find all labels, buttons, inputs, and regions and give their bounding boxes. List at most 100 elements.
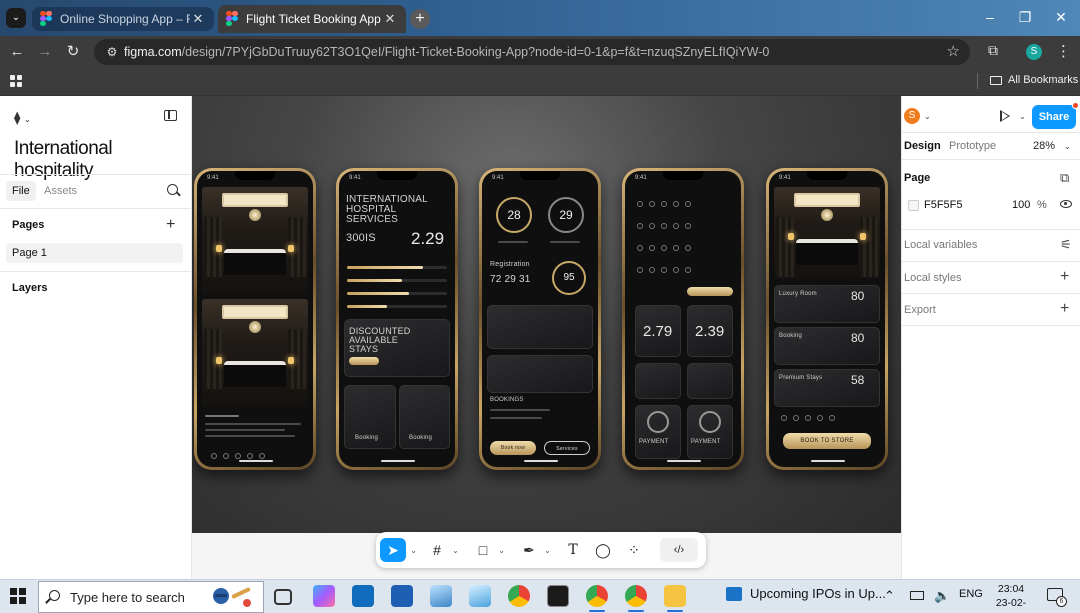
browser-tab-strip: ⌄ Online Shopping App – Figma ✕ Flight T… bbox=[0, 0, 1080, 36]
chrome-profile-icon[interactable] bbox=[586, 585, 608, 612]
copilot-icon[interactable] bbox=[313, 585, 335, 607]
page-color-value[interactable]: F5F5F5 bbox=[924, 199, 963, 211]
all-bookmarks-label: All Bookmarks bbox=[1008, 74, 1079, 86]
apps-grid-icon[interactable] bbox=[10, 75, 22, 87]
local-variables-label[interactable]: Local variables bbox=[904, 239, 977, 251]
figma-icon bbox=[226, 11, 238, 27]
tab-file[interactable]: File bbox=[6, 181, 36, 201]
task-view-icon[interactable] bbox=[274, 589, 292, 605]
tab-assets[interactable]: Assets bbox=[38, 181, 83, 201]
address-bar[interactable]: ⚙ figma.com/design/7PYjGbDuTruuy62T3O1Qe… bbox=[94, 39, 970, 65]
page-item[interactable]: Page 1 bbox=[6, 243, 183, 263]
frame-tool-icon[interactable]: # bbox=[426, 538, 448, 562]
app-icon[interactable] bbox=[469, 585, 491, 607]
store-icon[interactable] bbox=[391, 585, 413, 607]
user-avatar[interactable]: S bbox=[904, 108, 920, 124]
actions-tool-icon[interactable]: ⁘ bbox=[622, 538, 646, 562]
close-icon[interactable]: ✕ bbox=[190, 11, 206, 27]
profile-avatar[interactable]: S bbox=[1026, 44, 1042, 60]
windows-start-icon[interactable] bbox=[10, 588, 26, 604]
divider bbox=[902, 132, 1080, 133]
forward-arrow-icon[interactable]: → bbox=[35, 42, 55, 62]
minimize-icon[interactable]: – bbox=[980, 9, 1000, 25]
chevron-down-icon[interactable]: ⌄ bbox=[924, 112, 931, 121]
url-text[interactable]: figma.com/design/7PYjGbDuTruuy62T3O1QeI/… bbox=[124, 45, 769, 59]
add-export-icon[interactable]: + bbox=[1060, 300, 1069, 318]
divider bbox=[0, 271, 192, 272]
page-style-icon[interactable]: ⧉ bbox=[1060, 170, 1069, 186]
bookmark-star-icon[interactable]: ☆ bbox=[947, 42, 960, 60]
page-opacity-value[interactable]: 100 bbox=[1012, 199, 1030, 211]
figma-main-menu[interactable]: ⧫ ⌄ bbox=[14, 110, 31, 126]
listing-value: 80 bbox=[851, 331, 865, 345]
tab-prototype[interactable]: Prototype bbox=[949, 140, 996, 152]
outlook-icon[interactable] bbox=[352, 585, 374, 607]
figma-canvas[interactable]: 9:41 9:41 INTERNATIONAL HOSPITAL SERVICE… bbox=[192, 96, 901, 579]
chevron-down-icon[interactable]: ⌄ bbox=[540, 538, 552, 562]
local-styles-label[interactable]: Local styles bbox=[904, 272, 961, 284]
chrome-icon[interactable] bbox=[508, 585, 530, 607]
tab-flight-ticket[interactable]: Flight Ticket Booking App – Fig ✕ bbox=[218, 5, 406, 33]
zoom-level[interactable]: 28% bbox=[1033, 140, 1055, 152]
chevron-down-icon[interactable]: ⌄ bbox=[448, 538, 460, 562]
browser-menu-icon[interactable]: ⋮ bbox=[1056, 42, 1071, 60]
back-arrow-icon[interactable]: ← bbox=[7, 42, 27, 62]
app-icon[interactable] bbox=[430, 585, 452, 607]
listing-title: Premium Stays bbox=[779, 375, 823, 381]
pen-tool-icon[interactable]: ✒ bbox=[518, 538, 540, 562]
eye-icon[interactable] bbox=[1060, 200, 1072, 208]
chevron-up-icon[interactable]: ⌃ bbox=[884, 588, 895, 604]
export-label[interactable]: Export bbox=[904, 304, 936, 316]
info-card bbox=[487, 305, 593, 349]
page-color-swatch[interactable] bbox=[908, 200, 919, 211]
tab-online-shopping[interactable]: Online Shopping App – Figma ✕ bbox=[32, 7, 214, 31]
present-play-icon[interactable] bbox=[1000, 110, 1010, 122]
new-tab-button[interactable]: + bbox=[410, 9, 430, 29]
hospitality-mockup-image[interactable]: 9:41 9:41 INTERNATIONAL HOSPITAL SERVICE… bbox=[192, 96, 901, 533]
file-title[interactable]: International hospitality bbox=[14, 138, 191, 182]
volume-icon[interactable]: 🔈 bbox=[934, 588, 950, 604]
add-style-icon[interactable]: + bbox=[1060, 268, 1069, 286]
window-close-icon[interactable]: ✕ bbox=[1051, 9, 1071, 26]
move-tool-icon[interactable]: ➤ bbox=[380, 538, 406, 562]
share-button[interactable]: Share bbox=[1032, 105, 1076, 129]
language-indicator[interactable]: ENG bbox=[959, 588, 983, 600]
divider bbox=[902, 261, 1080, 262]
variables-icon[interactable]: ⚟ bbox=[1060, 237, 1072, 253]
chevron-down-icon[interactable]: ⌄ bbox=[1064, 142, 1071, 151]
toggle-sidebar-icon[interactable] bbox=[164, 110, 177, 121]
reload-icon[interactable]: ↻ bbox=[63, 42, 83, 62]
site-settings-icon[interactable]: ⚙ bbox=[104, 44, 120, 60]
search-icon[interactable] bbox=[167, 184, 178, 195]
file-explorer-icon[interactable] bbox=[664, 585, 686, 612]
extensions-icon[interactable]: ⧉ bbox=[984, 42, 1002, 60]
all-bookmarks-button[interactable]: All Bookmarks bbox=[990, 74, 1078, 86]
layers-heading: Layers bbox=[12, 282, 48, 294]
dev-mode-toggle[interactable]: ‹/› bbox=[660, 538, 698, 562]
listing-value: 58 bbox=[851, 373, 865, 387]
close-icon[interactable]: ✕ bbox=[382, 11, 398, 27]
add-page-icon[interactable]: + bbox=[166, 217, 175, 233]
news-widget[interactable]: Upcoming IPOs in Up... bbox=[726, 586, 886, 601]
percent-unit: % bbox=[1037, 199, 1047, 211]
tab-design[interactable]: Design bbox=[904, 140, 941, 152]
rectangle-tool-icon[interactable]: □ bbox=[472, 538, 494, 562]
comment-tool-icon[interactable]: ◯ bbox=[592, 538, 614, 562]
text-tool-icon[interactable]: T bbox=[562, 538, 584, 562]
chevron-down-icon[interactable]: ⌄ bbox=[406, 538, 418, 562]
clock-date: 23-02-2025 bbox=[995, 597, 1027, 613]
chrome-profile-icon[interactable] bbox=[625, 585, 647, 612]
terminal-icon[interactable] bbox=[547, 585, 569, 607]
phone-mockup-payments: 9:41 2.79 2.39 PAYMENT PAYMENT bbox=[622, 168, 744, 470]
chevron-down-icon[interactable]: ⌄ bbox=[494, 538, 506, 562]
tab-label: Flight Ticket Booking App – Fig bbox=[246, 12, 382, 26]
tab-search-button[interactable]: ⌄ bbox=[6, 8, 26, 28]
restore-icon[interactable]: ❐ bbox=[1015, 9, 1035, 26]
hotel-room-image bbox=[202, 299, 308, 407]
system-clock[interactable]: 23:04 23-02-2025 bbox=[986, 582, 1036, 613]
chevron-down-icon[interactable]: ⌄ bbox=[1019, 112, 1026, 121]
figma-left-panel: ⧫ ⌄ International hospitality File Asset… bbox=[0, 96, 192, 579]
battery-icon[interactable] bbox=[910, 591, 924, 600]
registration-label: Registration bbox=[490, 261, 530, 268]
taskbar-search-box[interactable]: Type here to search bbox=[38, 581, 264, 613]
